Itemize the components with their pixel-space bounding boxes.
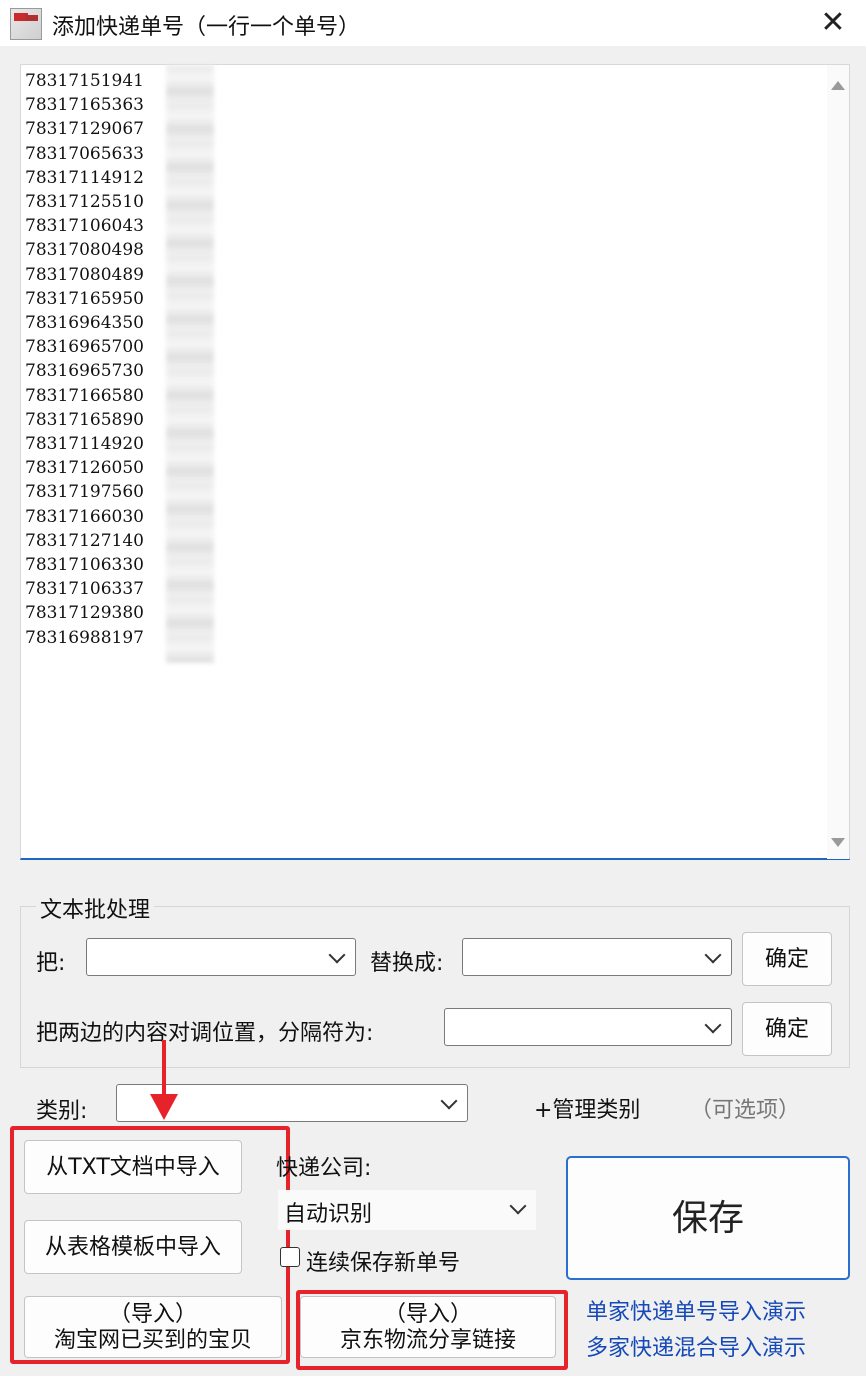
tracking-number-list: 78317151941 78317165363 78317129067 7831706… <box>25 69 144 650</box>
swap-confirm-button[interactable]: 确定 <box>742 1002 832 1056</box>
replace-confirm-button[interactable]: 确定 <box>742 932 832 986</box>
scroll-down-icon[interactable] <box>831 838 845 847</box>
window-title: 添加快递单号（一行一个单号） <box>52 15 361 40</box>
replace-to-combo[interactable] <box>462 938 732 976</box>
tracking-number-line: 78317126050 <box>25 458 144 479</box>
tracking-number-line: 78317106337 <box>25 579 144 600</box>
continuous-save-checkbox[interactable] <box>280 1247 300 1267</box>
tracking-number-line: 78316988197 <box>25 627 144 648</box>
continuous-save-label: 连续保存新单号 <box>306 1251 461 1276</box>
tracking-number-line: 78317080489 <box>25 264 144 285</box>
courier-combo[interactable]: 自动识别 <box>278 1190 536 1230</box>
tracking-number-line: 78316964350 <box>25 313 144 334</box>
tracking-number-line: 78316965730 <box>25 361 144 382</box>
scroll-up-icon[interactable] <box>831 81 845 90</box>
separator-combo[interactable] <box>444 1008 732 1046</box>
tracking-number-line: 78317165890 <box>25 409 144 430</box>
tracking-number-line: 78317080498 <box>25 240 144 261</box>
courier-value: 自动识别 <box>284 1202 373 1227</box>
close-icon[interactable]: ✕ <box>816 6 850 40</box>
app-icon <box>10 8 42 40</box>
tracking-number-line: 78317151941 <box>25 71 144 91</box>
tracking-number-line: 78317166580 <box>25 385 144 406</box>
chevron-down-icon[interactable] <box>328 946 346 964</box>
title-bar: 添加快递单号（一行一个单号） ✕ <box>0 0 866 46</box>
optional-hint: （可选项） <box>690 1098 801 1123</box>
tracking-number-line: 78317129380 <box>25 603 144 624</box>
tracking-number-line: 78317106330 <box>25 555 144 576</box>
annotation-box-left <box>10 1126 290 1364</box>
save-button[interactable]: 保存 <box>566 1156 850 1280</box>
courier-label: 快递公司: <box>276 1156 372 1181</box>
replace-from-label: 把: <box>36 951 66 976</box>
chevron-down-icon[interactable] <box>440 1092 458 1110</box>
annotation-arrow-head <box>150 1094 178 1120</box>
chevron-down-icon[interactable] <box>509 1197 527 1215</box>
tracking-number-line: 78317129067 <box>25 119 144 140</box>
tracking-number-line: 78317165363 <box>25 95 144 116</box>
manage-category-link[interactable]: +管理类别 <box>534 1092 640 1124</box>
tracking-number-line: 78317106043 <box>25 216 144 237</box>
vertical-scrollbar[interactable] <box>827 65 849 859</box>
tracking-number-line: 78317125510 <box>25 192 144 213</box>
single-courier-demo-link[interactable]: 单家快递单号导入演示 <box>586 1294 806 1326</box>
tracking-number-line: 78316965700 <box>25 337 144 358</box>
tracking-number-line: 78317166030 <box>25 506 144 527</box>
annotation-arrow-shaft <box>162 1040 166 1096</box>
chevron-down-icon[interactable] <box>704 1016 722 1034</box>
replace-to-label: 替换成: <box>370 951 444 976</box>
tracking-numbers-textarea[interactable]: 78317151941 78317165363 78317129067 7831706… <box>20 64 850 860</box>
replace-from-combo[interactable] <box>86 938 356 976</box>
tracking-number-line: 78317127140 <box>25 530 144 551</box>
tracking-number-line: 78317114920 <box>25 434 144 455</box>
chevron-down-icon[interactable] <box>704 946 722 964</box>
tracking-number-line: 78317165950 <box>25 288 144 309</box>
tracking-number-line: 78317114912 <box>25 167 144 188</box>
batch-group-title: 文本批处理 <box>36 892 155 924</box>
annotation-box-jd <box>296 1290 568 1370</box>
privacy-blur <box>166 65 214 663</box>
swap-label: 把两边的内容对调位置，分隔符为: <box>36 1021 374 1046</box>
tracking-number-line: 78317065633 <box>25 143 144 164</box>
multi-courier-demo-link[interactable]: 多家快递混合导入演示 <box>586 1330 806 1362</box>
tracking-number-line: 78317197560 <box>25 482 144 503</box>
category-label: 类别: <box>36 1099 88 1124</box>
